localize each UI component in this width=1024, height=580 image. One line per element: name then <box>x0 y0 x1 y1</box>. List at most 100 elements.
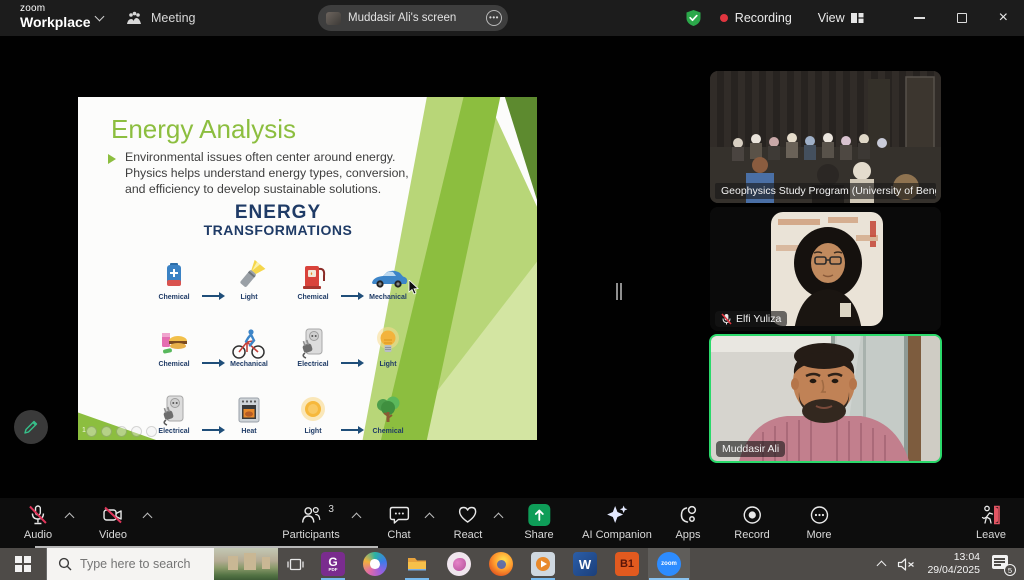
title-bar: zoom Workplace Meeting Muddasir Ali's sc… <box>0 0 1024 36</box>
leave-button[interactable]: Leave <box>976 504 1006 541</box>
transformation-pair: Electrical Heat <box>148 373 275 435</box>
pinned-apps: GPDF W B1 <box>312 548 690 580</box>
react-button[interactable]: React <box>454 504 483 541</box>
taskbar-app-media-player[interactable] <box>522 548 564 580</box>
share-button[interactable]: Share <box>524 504 553 541</box>
shared-screen-slide: Energy Analysis Environmental issues oft… <box>78 97 537 440</box>
leave-label: Leave <box>976 529 1006 541</box>
energy-type-label: Mechanical <box>369 294 407 301</box>
video-options-caret[interactable] <box>143 513 153 523</box>
cyclist-icon <box>230 326 268 360</box>
windows-logo-icon <box>15 556 31 572</box>
chevron-down-icon[interactable] <box>95 12 105 22</box>
leave-door-icon <box>979 504 1003 526</box>
search-input[interactable] <box>78 556 208 572</box>
zoom-meeting-window: zoom Workplace Meeting Muddasir Ali's sc… <box>0 0 1024 580</box>
tree-icon <box>371 393 405 427</box>
participants-options-caret[interactable] <box>352 513 362 523</box>
fuel-pump-icon <box>296 259 330 293</box>
react-options-caret[interactable] <box>494 513 504 523</box>
video-tile-muddasir-ali[interactable]: Muddasir Ali <box>709 334 942 463</box>
tab-meeting[interactable]: Meeting <box>126 7 195 29</box>
taskbar-app-foxit-pdf[interactable]: GPDF <box>312 548 354 580</box>
transformation-pair: Light Chemical <box>287 373 414 435</box>
energy-type-label: Chemical <box>297 294 328 301</box>
close-button[interactable]: × <box>999 10 1008 26</box>
arrow-icon <box>341 429 360 431</box>
video-tile-elfi-yuliza[interactable]: Elfi Yuliza <box>710 207 941 331</box>
view-button[interactable]: View <box>818 11 864 25</box>
transformation-pair: Chemical Mechanical <box>148 306 275 368</box>
audio-button[interactable]: Audio <box>24 504 52 541</box>
energy-type-label: Chemical <box>158 361 189 368</box>
food-icon <box>157 326 191 360</box>
task-view-button[interactable] <box>278 548 312 580</box>
slide-bullet-text: Environmental issues often center around… <box>125 149 427 198</box>
taskbar-clock[interactable]: 13:04 29/04/2025 <box>927 551 980 577</box>
annotate-button[interactable] <box>14 410 48 444</box>
pill-more-icon[interactable]: ••• <box>486 10 502 26</box>
share-label: Share <box>524 529 553 541</box>
audio-options-caret[interactable] <box>65 513 75 523</box>
recording-status[interactable]: Recording <box>735 11 792 25</box>
taskbar-app-zoom[interactable]: zoom <box>648 548 690 580</box>
start-button[interactable] <box>0 548 46 580</box>
meeting-toolbar: Audio Video 3 Participants Chat React <box>0 498 1024 548</box>
energy-type-label: Light <box>304 428 321 435</box>
notification-center-button[interactable]: 5 <box>992 554 1014 574</box>
recording-dot-icon <box>720 14 728 22</box>
taskbar-search[interactable] <box>46 548 278 580</box>
more-button[interactable]: More <box>806 504 831 541</box>
audio-label: Audio <box>24 529 52 541</box>
file-explorer-icon <box>405 552 429 576</box>
search-daily-image[interactable] <box>214 548 278 580</box>
watermark-controls <box>86 426 157 437</box>
panel-resize-handle[interactable] <box>616 283 622 300</box>
video-label: Video <box>99 529 127 541</box>
shared-screen-pill[interactable]: Muddasir Ali's screen ••• <box>318 5 508 31</box>
notification-count-badge: 5 <box>1004 564 1016 576</box>
maximize-button[interactable] <box>957 13 967 23</box>
sun-icon <box>296 393 330 427</box>
participants-label: Participants <box>282 529 339 541</box>
participant-name-label: Geophysics Study Program (University of … <box>715 183 936 199</box>
people-group-icon <box>126 11 143 26</box>
participants-count-badge: 3 <box>328 504 334 515</box>
pencil-icon <box>23 419 39 435</box>
b1-app-icon: B1 <box>615 552 639 576</box>
mouse-cursor-icon <box>408 280 419 295</box>
apps-label: Apps <box>675 529 700 541</box>
energy-transformations-diagram: Chemical Light Chemical Mechanical Chemi… <box>148 239 414 435</box>
outlet-icon <box>296 326 330 360</box>
search-icon <box>58 557 72 571</box>
diagram-title-line2: TRANSFORMATIONS <box>133 223 423 238</box>
energy-type-label: Electrical <box>158 428 189 435</box>
taskbar-app-firefox[interactable] <box>480 548 522 580</box>
taskbar-app-sticker[interactable] <box>438 548 480 580</box>
taskbar-app-copilot[interactable] <box>354 548 396 580</box>
record-button[interactable]: Record <box>734 504 769 541</box>
participants-button[interactable]: 3 Participants <box>282 504 339 541</box>
security-shield-icon[interactable] <box>685 9 702 27</box>
chat-options-caret[interactable] <box>425 513 435 523</box>
video-tile-geophysics[interactable]: Geophysics Study Program (University of … <box>710 71 941 203</box>
taskbar-app-file-explorer[interactable] <box>396 548 438 580</box>
volume-muted-icon[interactable] <box>897 557 915 572</box>
bulb-icon <box>371 326 405 360</box>
ai-companion-button[interactable]: AI Companion <box>582 504 652 541</box>
chat-label: Chat <box>387 529 410 541</box>
apps-button[interactable]: Apps <box>675 504 700 541</box>
record-icon <box>741 504 763 526</box>
slide-page-number: 1 <box>82 427 86 434</box>
tray-expand-icon[interactable] <box>877 561 887 571</box>
video-button[interactable]: Video <box>99 504 127 541</box>
minimize-button[interactable] <box>914 17 925 19</box>
energy-type-label: Light <box>379 361 396 368</box>
arrow-icon <box>202 362 221 364</box>
participant-name: Geophysics Study Program (University of … <box>721 185 936 197</box>
battery-icon <box>157 259 191 293</box>
chat-button[interactable]: Chat <box>387 504 410 541</box>
taskbar-app-word[interactable]: W <box>564 548 606 580</box>
taskbar-app-b1[interactable]: B1 <box>606 548 648 580</box>
apps-icon <box>677 504 699 526</box>
